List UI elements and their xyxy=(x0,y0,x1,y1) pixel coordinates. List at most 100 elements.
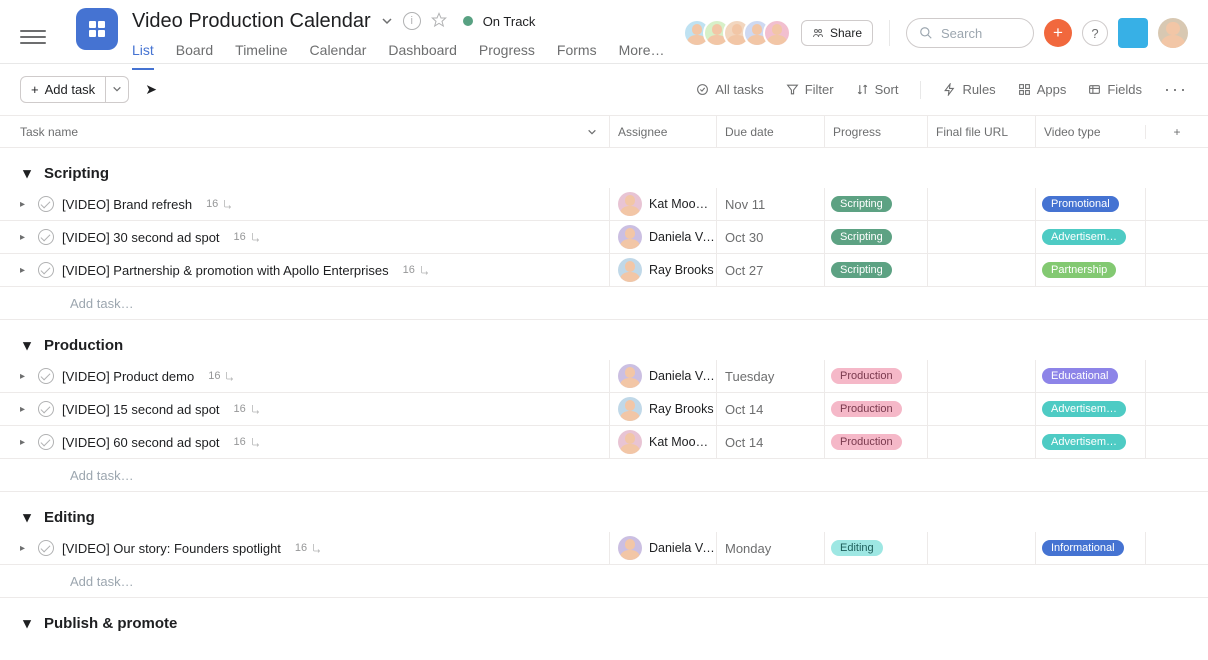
type-pill[interactable]: Advertisem… xyxy=(1042,434,1126,450)
project-icon[interactable] xyxy=(76,8,118,50)
due-date[interactable]: Nov 11 xyxy=(725,197,765,212)
expand-icon[interactable]: ▸ xyxy=(20,371,30,382)
type-pill[interactable]: Advertisem… xyxy=(1042,401,1126,417)
expand-icon[interactable]: ▸ xyxy=(20,265,30,276)
assignee-avatar[interactable] xyxy=(618,536,642,560)
assignee-avatar[interactable] xyxy=(618,192,642,216)
section-header[interactable]: ▾Publish & promote xyxy=(0,598,1208,638)
complete-checkbox[interactable] xyxy=(38,229,54,245)
tab-progress[interactable]: Progress xyxy=(479,42,535,70)
info-icon[interactable]: i xyxy=(403,12,421,30)
assignee-avatar[interactable] xyxy=(618,258,642,282)
more-icon[interactable]: ··· xyxy=(1164,79,1188,100)
upgrade-badge[interactable] xyxy=(1118,18,1148,48)
subtask-count[interactable]: 16 xyxy=(206,198,233,210)
file-cell[interactable] xyxy=(927,426,1035,458)
subtask-count[interactable]: 16 xyxy=(234,231,261,243)
tab-timeline[interactable]: Timeline xyxy=(235,42,287,70)
type-pill[interactable]: Promotional xyxy=(1042,196,1119,212)
progress-pill[interactable]: Scripting xyxy=(831,262,892,278)
col-progress[interactable]: Progress xyxy=(824,116,927,147)
task-row[interactable]: ▸[VIDEO] 15 second ad spot16Ray BrooksOc… xyxy=(0,393,1208,426)
due-date[interactable]: Oct 27 xyxy=(725,263,763,278)
task-row[interactable]: ▸[VIDEO] Partnership & promotion with Ap… xyxy=(0,254,1208,287)
caret-down-icon[interactable]: ▾ xyxy=(20,336,34,354)
complete-checkbox[interactable] xyxy=(38,262,54,278)
file-cell[interactable] xyxy=(927,221,1035,253)
progress-pill[interactable]: Production xyxy=(831,368,902,384)
complete-checkbox[interactable] xyxy=(38,540,54,556)
complete-checkbox[interactable] xyxy=(38,401,54,417)
tab-dashboard[interactable]: Dashboard xyxy=(388,42,457,70)
subtask-count[interactable]: 16 xyxy=(234,436,261,448)
sort-button[interactable]: Sort xyxy=(856,82,899,97)
complete-checkbox[interactable] xyxy=(38,196,54,212)
col-task-name[interactable]: Task name xyxy=(20,125,609,139)
section-header[interactable]: ▾Editing xyxy=(0,492,1208,532)
fields-button[interactable]: Fields xyxy=(1088,82,1142,97)
expand-icon[interactable]: ▸ xyxy=(20,199,30,210)
status-label[interactable]: On Track xyxy=(483,14,536,29)
user-avatar[interactable] xyxy=(1158,18,1188,48)
type-pill[interactable]: Educational xyxy=(1042,368,1118,384)
progress-pill[interactable]: Production xyxy=(831,434,902,450)
apps-button[interactable]: Apps xyxy=(1018,82,1067,97)
col-type[interactable]: Video type xyxy=(1035,116,1145,147)
task-row[interactable]: ▸[VIDEO] Product demo16Daniela Var…Tuesd… xyxy=(0,360,1208,393)
add-task-row[interactable]: Add task… xyxy=(0,459,1208,492)
progress-pill[interactable]: Editing xyxy=(831,540,883,556)
help-icon[interactable]: ? xyxy=(1082,20,1108,46)
type-pill[interactable]: Informational xyxy=(1042,540,1124,556)
add-task-row[interactable]: Add task… xyxy=(0,287,1208,320)
project-title[interactable]: Video Production Calendar xyxy=(132,10,371,33)
subtask-count[interactable]: 16 xyxy=(295,542,322,554)
tab-list[interactable]: List xyxy=(132,42,154,70)
due-date[interactable]: Tuesday xyxy=(725,369,774,384)
caret-down-icon[interactable]: ▾ xyxy=(20,614,34,632)
filter-button[interactable]: Filter xyxy=(786,82,834,97)
task-row[interactable]: ▸[VIDEO] 30 second ad spot16Daniela Var…… xyxy=(0,221,1208,254)
section-header[interactable]: ▾Scripting xyxy=(0,148,1208,188)
add-task-row[interactable]: Add task… xyxy=(0,565,1208,598)
task-row[interactable]: ▸[VIDEO] 60 second ad spot16Kat MooneyOc… xyxy=(0,426,1208,459)
type-pill[interactable]: Partnership xyxy=(1042,262,1116,278)
rules-button[interactable]: Rules xyxy=(943,82,995,97)
col-due[interactable]: Due date xyxy=(716,116,824,147)
add-column-button[interactable]: + xyxy=(1145,125,1208,139)
expand-icon[interactable]: ▸ xyxy=(20,437,30,448)
type-pill[interactable]: Advertisem… xyxy=(1042,229,1126,245)
complete-checkbox[interactable] xyxy=(38,368,54,384)
subtask-count[interactable]: 16 xyxy=(403,264,430,276)
col-file[interactable]: Final file URL xyxy=(927,116,1035,147)
progress-pill[interactable]: Scripting xyxy=(831,196,892,212)
task-row[interactable]: ▸[VIDEO] Our story: Founders spotlight16… xyxy=(0,532,1208,565)
hamburger-menu-icon[interactable] xyxy=(20,24,46,50)
section-header[interactable]: ▾Production xyxy=(0,320,1208,360)
global-add-button[interactable]: + xyxy=(1044,19,1072,47)
assignee-avatar[interactable] xyxy=(618,430,642,454)
tab-forms[interactable]: Forms xyxy=(557,42,597,70)
star-icon[interactable] xyxy=(431,12,447,31)
due-date[interactable]: Oct 14 xyxy=(725,402,763,417)
assignee-avatar[interactable] xyxy=(618,225,642,249)
member-avatars[interactable] xyxy=(683,19,791,47)
col-assignee[interactable]: Assignee xyxy=(609,116,716,147)
progress-pill[interactable]: Scripting xyxy=(831,229,892,245)
caret-down-icon[interactable]: ▾ xyxy=(20,164,34,182)
search-input[interactable]: Search xyxy=(906,18,1034,48)
due-date[interactable]: Oct 30 xyxy=(725,230,763,245)
expand-icon[interactable]: ▸ xyxy=(20,543,30,554)
file-cell[interactable] xyxy=(927,188,1035,220)
share-button[interactable]: Share xyxy=(801,20,873,46)
caret-down-icon[interactable]: ▾ xyxy=(20,508,34,526)
project-menu-chevron-icon[interactable] xyxy=(381,15,393,27)
file-cell[interactable] xyxy=(927,254,1035,286)
file-cell[interactable] xyxy=(927,360,1035,392)
complete-checkbox[interactable] xyxy=(38,434,54,450)
all-tasks-filter[interactable]: All tasks xyxy=(696,82,763,97)
tab-more[interactable]: More… xyxy=(619,42,665,70)
add-task-dropdown[interactable] xyxy=(106,76,129,103)
due-date[interactable]: Monday xyxy=(725,541,771,556)
progress-pill[interactable]: Production xyxy=(831,401,902,417)
due-date[interactable]: Oct 14 xyxy=(725,435,763,450)
